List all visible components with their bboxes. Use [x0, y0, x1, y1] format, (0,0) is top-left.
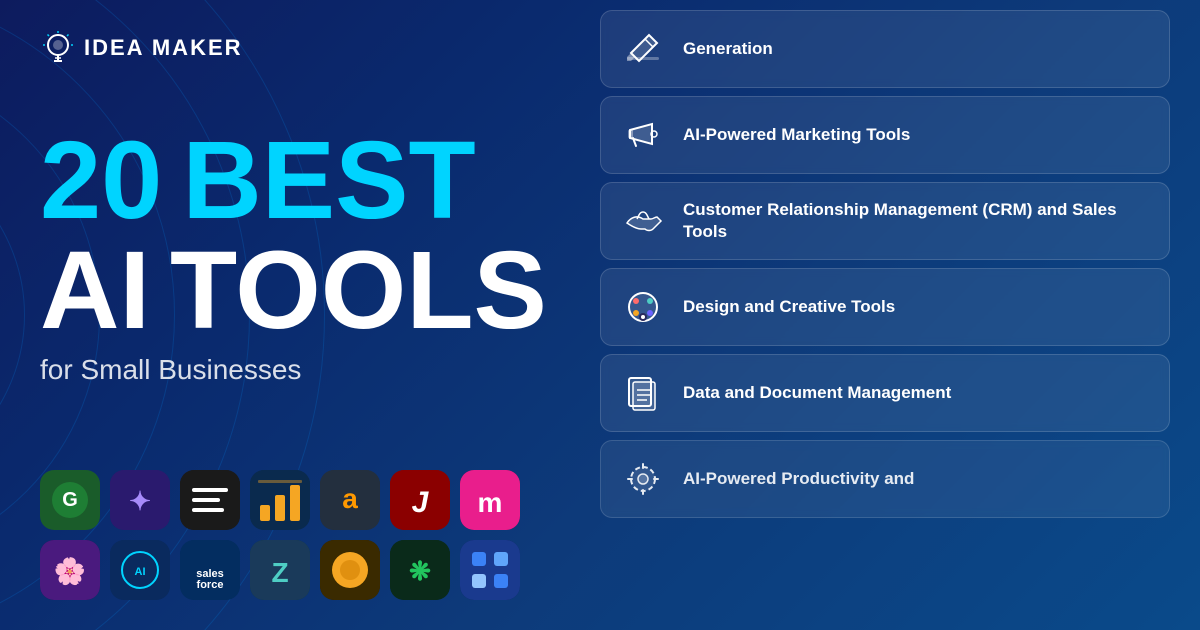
app-icon-sparkle: ✦ [110, 470, 170, 530]
app-icon-miro: m [460, 470, 520, 530]
headline-ai: AI [40, 236, 150, 346]
svg-text:❋: ❋ [409, 556, 431, 586]
app-icon-ai-chat: AI [110, 540, 170, 600]
headline-best: BEST [182, 126, 475, 236]
svg-text:G: G [62, 489, 78, 511]
headline-subtitle: for Small Businesses [40, 354, 540, 386]
app-icon-zapier: Z [250, 540, 310, 600]
svg-text:a: a [342, 483, 358, 514]
app-icon-salesforce: sales force [180, 540, 240, 600]
app-icon-amazon: a [320, 470, 380, 530]
category-card-crm: Customer Relationship Management (CRM) a… [600, 182, 1170, 260]
pencil-icon [621, 27, 665, 71]
megaphone-icon [621, 113, 665, 157]
category-text-marketing: AI-Powered Marketing Tools [683, 124, 910, 146]
logo-icon [40, 30, 76, 66]
left-panel: IDEA MAKER 20 BEST AI TOOLS for Small Bu… [0, 0, 580, 630]
category-card-generation: Generation [600, 10, 1170, 88]
icons-row-1: G ✦ [40, 470, 540, 530]
logo-text: IDEA MAKER [84, 35, 243, 61]
headline: 20 BEST AI TOOLS for Small Businesses [40, 126, 540, 386]
app-icon-flower: ❋ [390, 540, 450, 600]
svg-text:✦: ✦ [129, 486, 151, 516]
palette-icon [621, 285, 665, 329]
category-text-productivity: AI-Powered Productivity and [683, 468, 914, 490]
category-card-data: Data and Document Management [600, 354, 1170, 432]
svg-text:Z: Z [271, 557, 288, 588]
category-text-data: Data and Document Management [683, 382, 951, 404]
app-icons-grid: G ✦ [40, 470, 540, 600]
svg-text:J: J [412, 486, 430, 519]
right-panel: Generation AI-Powered Marketing Tools [580, 0, 1200, 630]
app-icon-notion: 🌸 [40, 540, 100, 600]
category-text-design: Design and Creative Tools [683, 296, 895, 318]
app-icon-jasper: J [390, 470, 450, 530]
category-card-productivity: AI-Powered Productivity and [600, 440, 1170, 518]
svg-text:AI: AI [135, 566, 146, 578]
svg-text:🌸: 🌸 [54, 556, 86, 586]
app-icon-grid [460, 540, 520, 600]
app-icon-circle [320, 540, 380, 600]
app-icon-grammarly: G [40, 470, 100, 530]
svg-text:m: m [478, 487, 503, 518]
category-text-crm: Customer Relationship Management (CRM) a… [683, 199, 1149, 243]
category-card-design: Design and Creative Tools [600, 268, 1170, 346]
page-container: IDEA MAKER 20 BEST AI TOOLS for Small Bu… [0, 0, 1200, 630]
handshake-icon [621, 199, 665, 243]
headline-tools: TOOLS [170, 236, 547, 346]
icons-row-2: 🌸 AI sales force [40, 540, 540, 600]
category-card-marketing: AI-Powered Marketing Tools [600, 96, 1170, 174]
category-text-generation: Generation [683, 38, 773, 60]
app-icon-dark1 [180, 470, 240, 530]
logo: IDEA MAKER [40, 30, 540, 66]
gear-icon [621, 457, 665, 501]
headline-number: 20 [40, 126, 162, 246]
document-icon [621, 371, 665, 415]
app-icon-chart [250, 470, 310, 530]
svg-text:force: force [197, 579, 224, 591]
